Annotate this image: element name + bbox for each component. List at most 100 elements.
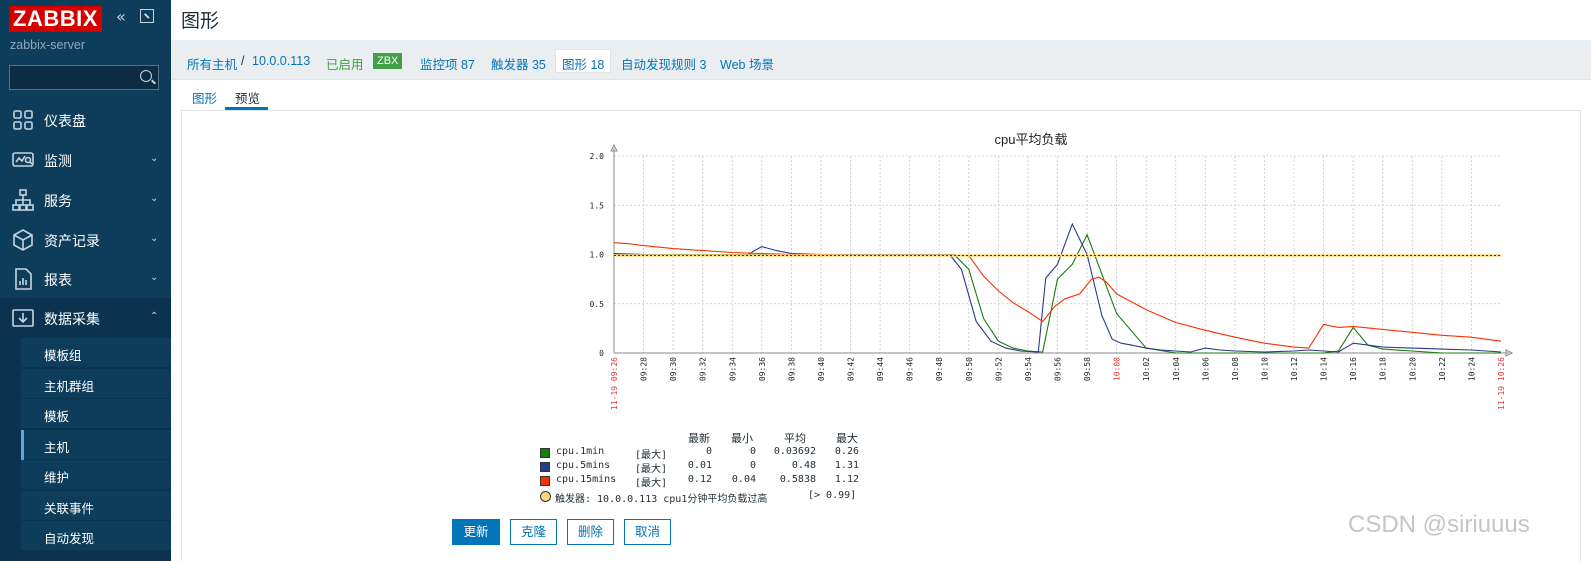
nav-label: 资产记录 [44,233,100,249]
x-tick-label: 10:20 [1408,357,1417,381]
nav-label: 报表 [44,272,72,288]
submenu-item-maintenance[interactable]: 维护 [21,460,171,490]
breadcrumb-separator: / [241,54,245,68]
chevron-down-icon: ⌄ [150,193,159,204]
legend-avg: 0.48 [791,460,816,471]
legend-trigger-condition: [> 0.99] [808,490,857,501]
legend-max: 1.12 [834,474,859,485]
submenu-item-host-groups[interactable]: 主机群组 [21,369,171,399]
delete-button[interactable]: 删除 [567,519,614,545]
x-tick-label: 09:58 [1083,357,1092,381]
x-tick-label: 11-19 09:26 [610,357,619,410]
chevron-down-icon: ⌄ [150,233,159,244]
legend-min: 0 [749,446,756,457]
submenu-item-template-groups[interactable]: 模板组 [21,338,171,368]
nav-monitoring[interactable]: 监测 ⌄ [0,140,171,180]
cancel-button[interactable]: 取消 [624,519,671,545]
y-tick-label: 2.0 [590,152,605,161]
breadcrumb-host[interactable]: 10.0.0.113 [252,54,310,68]
nav-data-collection[interactable]: 数据采集 ⌃ [0,298,171,338]
x-tick-label: 09:42 [847,357,856,381]
search-icon[interactable] [140,70,152,82]
zabbix-logo[interactable]: ZABBIX [9,6,102,32]
x-tick-label: 10:00 [1113,357,1122,381]
submenu-label: 模板组 [44,349,82,363]
x-tick-label: 10:06 [1201,357,1210,381]
nav-services[interactable]: 服务 ⌄ [0,180,171,220]
breadcrumb-items[interactable]: 监控项 87 [420,54,475,73]
nav-reports[interactable]: 报表 ⌄ [0,259,171,299]
submenu-item-event-correlation[interactable]: 关联事件 [21,491,171,521]
tab-graph[interactable]: 图形 [192,88,217,107]
legend-color-swatch [540,462,550,472]
breadcrumb-triggers[interactable]: 触发器 35 [491,54,546,73]
legend-avg: 0.5838 [779,474,816,485]
tabs: 图形 预览 [181,80,1581,111]
services-icon [12,189,34,211]
x-tick-label: 10:04 [1172,357,1181,381]
submenu-label: 自动发现 [44,532,95,546]
legend-avg: 0.03692 [773,446,816,457]
clone-button[interactable]: 克隆 [510,519,557,545]
x-tick-label: 09:50 [965,357,974,381]
legend-func: [最大] [635,464,668,475]
zbx-availability-badge: ZBX [373,53,403,69]
y-tick-label: 0.5 [590,300,605,309]
legend-max: 1.31 [834,460,859,471]
legend-row: cpu.1min [最大] 0 0 0.03692 0.26 [538,446,878,461]
legend-header-min: 最小 [731,433,753,445]
nav-label: 监测 [44,153,72,169]
x-tick-label: 09:46 [906,357,915,381]
status-enabled-badge[interactable]: 已启用 [326,54,364,73]
legend-last: 0 [705,446,712,457]
submenu-label: 主机群组 [44,380,95,394]
breadcrumb: 所有主机 / 10.0.0.113 已启用 ZBX 监控项 87 触发器 35 … [171,40,1591,80]
chevron-down-icon: ⌄ [150,272,159,283]
kiosk-mode-icon[interactable] [140,9,154,23]
x-tick-label: 09:36 [758,357,767,381]
y-tick-label: 1.5 [590,201,605,210]
y-tick-label: 0 [599,349,604,358]
legend-header-max: 最大 [836,433,858,445]
submenu-item-templates[interactable]: 模板 [21,399,171,429]
x-tick-label: 09:28 [640,357,649,381]
collapse-sidebar-icon[interactable]: « [116,9,132,25]
nav-dashboard[interactable]: 仪表盘 [0,100,171,140]
x-tick-label: 10:08 [1231,357,1240,381]
chevron-down-icon: ⌄ [150,153,159,164]
submenu-item-hosts[interactable]: 主机 [21,430,171,460]
nav-label: 服务 [44,193,72,209]
legend-header-last: 最新 [688,433,710,445]
graph-title: cpu平均负载 [995,132,1068,147]
x-tick-label: 09:48 [935,357,944,381]
y-tick-label: 1.0 [590,251,605,260]
legend-color-swatch [540,448,550,458]
x-tick-label: 09:30 [669,357,678,381]
x-tick-label: 09:34 [728,357,737,381]
search-box[interactable] [9,65,159,90]
breadcrumb-graphs[interactable]: 图形 18 [555,49,612,73]
x-tick-label: 09:54 [1024,357,1033,381]
x-tick-label: 10:24 [1467,357,1476,381]
tab-preview[interactable]: 预览 [235,88,260,107]
submenu-label: 维护 [44,471,70,485]
breadcrumb-all-hosts[interactable]: 所有主机 [187,54,237,73]
x-tick-label: 10:10 [1260,357,1269,381]
legend-series-name: cpu.5mins [556,460,611,471]
legend-series-name: cpu.1min [556,446,605,457]
x-tick-label: 10:12 [1290,357,1299,381]
x-tick-label: 11-19 10:26 [1497,357,1506,410]
breadcrumb-discovery-rules[interactable]: 自动发现规则 3 [621,54,706,73]
x-tick-label: 10:16 [1349,357,1358,381]
watermark: CSDN @siriuuus [1348,511,1530,538]
nav-inventory[interactable]: 资产记录 ⌄ [0,220,171,260]
cpu-load-graph: cpu平均负载 0 0.5 1.0 1.5 2.0 11-19 09:26 09:28 09:… [590,132,1514,410]
submenu-item-discovery[interactable]: 自动发现 [21,521,171,551]
x-tick-label: 10:14 [1320,357,1329,381]
breadcrumb-web-scenarios[interactable]: Web 场景 [720,54,774,73]
legend-max: 0.26 [834,446,859,457]
data-collection-submenu: 模板组 主机群组 模板 主机 维护 关联事件 自动发现 [0,338,171,561]
search-input[interactable] [10,66,130,89]
x-tick-label: 09:40 [817,357,826,381]
update-button[interactable]: 更新 [452,519,500,545]
